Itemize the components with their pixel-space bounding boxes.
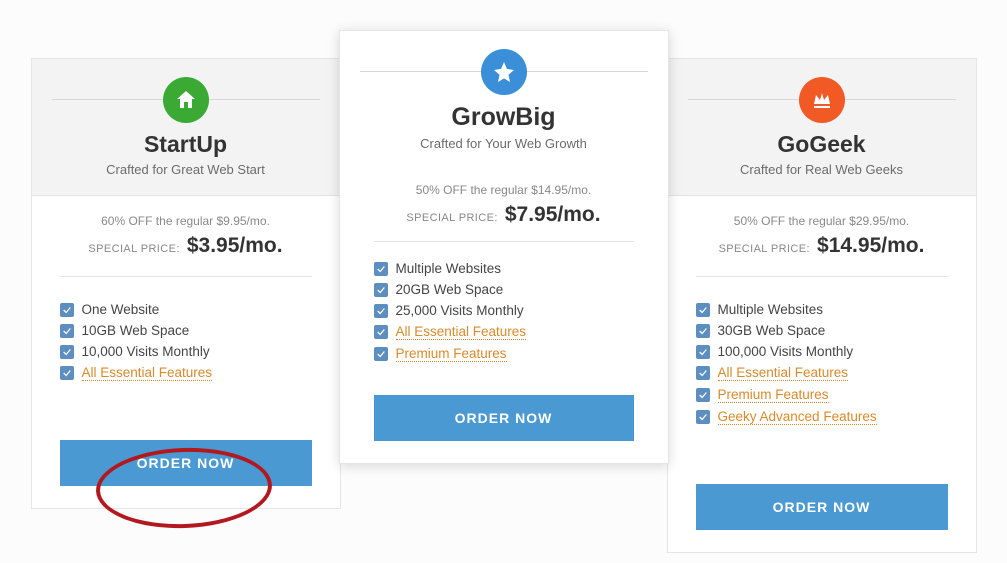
plan-header-startup: StartUp Crafted for Great Web Start bbox=[32, 59, 340, 196]
check-icon bbox=[696, 303, 710, 317]
price-rule bbox=[60, 276, 312, 277]
feature-item: Premium Features bbox=[696, 384, 948, 406]
feature-item: 20GB Web Space bbox=[374, 279, 634, 300]
check-icon bbox=[696, 324, 710, 338]
discount-text: 50% OFF the regular $29.95/mo. bbox=[696, 214, 948, 228]
order-button-growbig[interactable]: ORDER NOW bbox=[374, 395, 634, 441]
feature-item: Premium Features bbox=[374, 343, 634, 365]
discount-text: 50% OFF the regular $14.95/mo. bbox=[374, 183, 634, 197]
check-icon bbox=[374, 325, 388, 339]
price-amount: $7.95/mo. bbox=[505, 203, 601, 226]
feature-list-gogeek: Multiple Websites 30GB Web Space 100,000 V… bbox=[696, 299, 948, 428]
feature-text: 20GB Web Space bbox=[396, 282, 504, 297]
feature-text: Multiple Websites bbox=[396, 261, 502, 276]
feature-item: All Essential Features bbox=[60, 362, 312, 384]
feature-item: 100,000 Visits Monthly bbox=[696, 341, 948, 362]
check-icon bbox=[374, 283, 388, 297]
special-price: SPECIAL PRICE: $3.95/mo. bbox=[60, 234, 312, 258]
check-icon bbox=[60, 366, 74, 380]
feature-item: Multiple Websites bbox=[374, 258, 634, 279]
crown-icon bbox=[799, 77, 845, 123]
check-icon bbox=[374, 262, 388, 276]
plan-gogeek: GoGeek Crafted for Real Web Geeks 50% OF… bbox=[667, 58, 977, 553]
feature-text: One Website bbox=[82, 302, 160, 317]
feature-item: One Website bbox=[60, 299, 312, 320]
feature-list-growbig: Multiple Websites 20GB Web Space 25,000 Vi… bbox=[374, 258, 634, 365]
check-icon bbox=[60, 345, 74, 359]
special-price: SPECIAL PRICE: $7.95/mo. bbox=[374, 203, 634, 227]
feature-item: All Essential Features bbox=[696, 362, 948, 384]
feature-text: 100,000 Visits Monthly bbox=[718, 344, 854, 359]
feature-item: 10GB Web Space bbox=[60, 320, 312, 341]
plan-body-gogeek: 50% OFF the regular $29.95/mo. SPECIAL P… bbox=[668, 196, 976, 552]
plan-header-growbig: GrowBig Crafted for Your Web Growth bbox=[340, 31, 668, 169]
feature-item: 30GB Web Space bbox=[696, 320, 948, 341]
plan-title: GrowBig bbox=[360, 103, 648, 132]
order-button-startup[interactable]: ORDER NOW bbox=[60, 440, 312, 486]
feature-link[interactable]: All Essential Features bbox=[718, 365, 849, 381]
pricing-row: StartUp Crafted for Great Web Start 60% … bbox=[0, 0, 1007, 563]
feature-item: All Essential Features bbox=[374, 321, 634, 343]
feature-text: 30GB Web Space bbox=[718, 323, 826, 338]
price-amount: $3.95/mo. bbox=[187, 234, 283, 257]
feature-item: Multiple Websites bbox=[696, 299, 948, 320]
price-rule bbox=[374, 241, 634, 242]
check-icon bbox=[696, 345, 710, 359]
price-amount: $14.95/mo. bbox=[817, 234, 924, 257]
plan-body-startup: 60% OFF the regular $9.95/mo. SPECIAL PR… bbox=[32, 196, 340, 508]
plan-startup: StartUp Crafted for Great Web Start 60% … bbox=[31, 58, 341, 509]
price-rule bbox=[696, 276, 948, 277]
plan-subtitle: Crafted for Great Web Start bbox=[52, 162, 320, 177]
feature-link[interactable]: All Essential Features bbox=[82, 365, 213, 381]
check-icon bbox=[696, 366, 710, 380]
plan-title: GoGeek bbox=[688, 131, 956, 158]
order-button-gogeek[interactable]: ORDER NOW bbox=[696, 484, 948, 530]
feature-link[interactable]: All Essential Features bbox=[396, 324, 527, 340]
check-icon bbox=[696, 410, 710, 424]
plan-subtitle: Crafted for Your Web Growth bbox=[360, 136, 648, 151]
plan-body-growbig: 50% OFF the regular $14.95/mo. SPECIAL P… bbox=[340, 169, 668, 463]
star-icon bbox=[481, 49, 527, 95]
special-price-label: SPECIAL PRICE: bbox=[88, 243, 179, 255]
feature-text: 10GB Web Space bbox=[82, 323, 190, 338]
check-icon bbox=[374, 304, 388, 318]
home-icon bbox=[163, 77, 209, 123]
feature-link[interactable]: Geeky Advanced Features bbox=[718, 409, 877, 425]
feature-text: Multiple Websites bbox=[718, 302, 824, 317]
plan-title: StartUp bbox=[52, 131, 320, 158]
feature-item: Geeky Advanced Features bbox=[696, 406, 948, 428]
check-icon bbox=[696, 388, 710, 402]
discount-text: 60% OFF the regular $9.95/mo. bbox=[60, 214, 312, 228]
feature-link[interactable]: Premium Features bbox=[396, 346, 507, 362]
plan-growbig: GrowBig Crafted for Your Web Growth 50% … bbox=[339, 30, 669, 464]
feature-text: 25,000 Visits Monthly bbox=[396, 303, 524, 318]
feature-link[interactable]: Premium Features bbox=[718, 387, 829, 403]
plan-header-gogeek: GoGeek Crafted for Real Web Geeks bbox=[668, 59, 976, 196]
check-icon bbox=[60, 303, 74, 317]
feature-item: 25,000 Visits Monthly bbox=[374, 300, 634, 321]
check-icon bbox=[374, 347, 388, 361]
plan-subtitle: Crafted for Real Web Geeks bbox=[688, 162, 956, 177]
special-price: SPECIAL PRICE: $14.95/mo. bbox=[696, 234, 948, 258]
feature-list-startup: One Website 10GB Web Space 10,000 Visits M… bbox=[60, 299, 312, 384]
special-price-label: SPECIAL PRICE: bbox=[406, 212, 497, 224]
feature-item: 10,000 Visits Monthly bbox=[60, 341, 312, 362]
feature-text: 10,000 Visits Monthly bbox=[82, 344, 210, 359]
check-icon bbox=[60, 324, 74, 338]
special-price-label: SPECIAL PRICE: bbox=[719, 243, 810, 255]
